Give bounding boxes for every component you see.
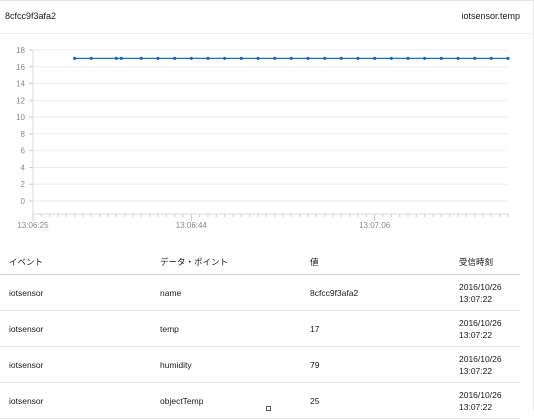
chart-series — [73, 56, 510, 60]
y-tick-label: 4 — [21, 163, 26, 172]
data-point — [156, 56, 160, 60]
data-point — [119, 56, 123, 60]
data-point — [206, 56, 210, 60]
x-tick-label: 13:06:25 — [17, 221, 49, 230]
data-point — [439, 56, 443, 60]
value-cell: 8cfcc9f3afa2 — [310, 287, 359, 298]
data-point — [223, 56, 227, 60]
x-tick-label: 13:06:44 — [176, 221, 208, 230]
chart-axes: 0 2 4 6 8 10 12 14 16 18 13:06:25 13:06:44 13:07:06 — [16, 46, 509, 230]
table-row[interactable]: iotsensor objectTemp 25 2016/10/26 13:07:… — [0, 383, 520, 419]
data-point — [456, 56, 460, 60]
y-tick-label: 6 — [21, 147, 26, 156]
data-point — [114, 56, 118, 60]
data-point — [73, 56, 77, 60]
y-tick-label: 2 — [21, 180, 26, 189]
data-point — [139, 56, 143, 60]
data-point — [289, 56, 293, 60]
value-cell: 79 — [310, 359, 320, 370]
column-header-received-time[interactable]: 受信時刻 — [459, 256, 493, 268]
data-point — [489, 56, 493, 60]
received-time-cell: 2016/10/26 13:07:22 — [459, 353, 502, 376]
event-cell: iotsensor — [9, 359, 44, 370]
datapoint-cell: objectTemp — [160, 395, 204, 406]
x-tick-label: 13:07:06 — [359, 221, 391, 230]
data-point — [506, 56, 510, 60]
y-tick-label: 0 — [21, 197, 26, 206]
y-tick-label: 8 — [21, 130, 26, 139]
value-cell: 17 — [310, 323, 320, 334]
data-point — [89, 56, 93, 60]
value-cell: 25 — [310, 395, 320, 406]
data-point — [339, 56, 343, 60]
datapoint-cell: name — [160, 287, 182, 298]
table-row[interactable]: iotsensor temp 17 2016/10/26 13:07:22 — [0, 311, 520, 347]
event-cell: iotsensor — [9, 323, 44, 334]
resize-handle[interactable] — [266, 406, 271, 411]
table-header-row: イベント データ・ポイント 値 受信時刻 — [0, 250, 520, 275]
received-time-cell: 2016/10/26 13:07:22 — [459, 281, 502, 304]
y-tick-label: 16 — [16, 63, 25, 72]
y-tick-label: 14 — [16, 80, 25, 89]
event-cell: iotsensor — [9, 395, 44, 406]
data-point — [356, 56, 360, 60]
card-header: 8cfcc9f3afa2 iotsensor.temp — [0, 0, 534, 34]
datapoint-cell: humidity — [160, 359, 192, 370]
data-point — [256, 56, 260, 60]
data-point — [373, 56, 377, 60]
column-header-datapoint[interactable]: データ・ポイント — [160, 256, 228, 268]
event-path-label: iotsensor.temp — [461, 11, 520, 21]
data-point — [323, 56, 327, 60]
received-time-cell: 2016/10/26 13:07:22 — [459, 317, 502, 340]
y-tick-label: 18 — [16, 46, 25, 55]
data-point — [423, 56, 427, 60]
temperature-line-chart: 0 2 4 6 8 10 12 14 16 18 13:06:25 13:06:44 13:07:06 — [16, 46, 510, 230]
data-point — [273, 56, 277, 60]
device-id-label: 8cfcc9f3afa2 — [5, 11, 57, 21]
data-point — [473, 56, 477, 60]
datapoint-table: イベント データ・ポイント 値 受信時刻 iotsensor name 8cfc… — [0, 250, 520, 419]
event-cell: iotsensor — [9, 287, 44, 298]
datapoint-cell: temp — [160, 323, 179, 334]
data-point — [389, 56, 393, 60]
chart-grid — [33, 49, 508, 202]
data-point — [306, 56, 310, 60]
data-point — [173, 56, 177, 60]
column-header-event[interactable]: イベント — [9, 256, 43, 268]
table-row[interactable]: iotsensor name 8cfcc9f3afa2 2016/10/26 13… — [0, 275, 520, 311]
table-row[interactable]: iotsensor humidity 79 2016/10/26 13:07:22 — [0, 347, 520, 383]
data-point — [239, 56, 243, 60]
y-tick-label: 10 — [16, 113, 25, 122]
column-header-value[interactable]: 値 — [310, 256, 319, 268]
data-point — [189, 56, 193, 60]
received-time-cell: 2016/10/26 13:07:22 — [459, 389, 502, 412]
data-point — [406, 56, 410, 60]
y-tick-label: 12 — [16, 96, 25, 105]
